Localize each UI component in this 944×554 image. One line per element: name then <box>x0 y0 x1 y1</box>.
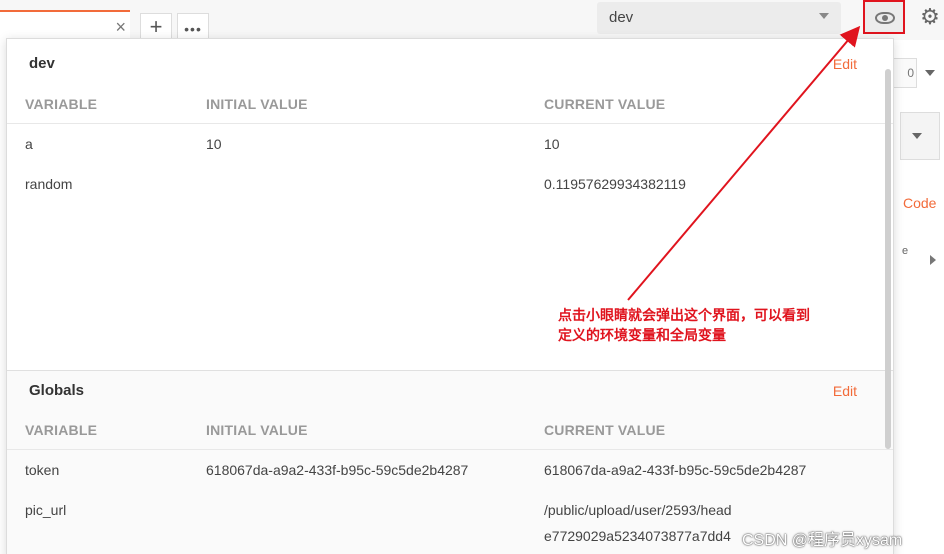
current-value: /public/upload/user/2593/head <box>544 502 732 518</box>
annotation-line: 定义的环境变量和全局变量 <box>558 327 726 343</box>
environment-quick-look-popover: dev Edit VARIABLE INITIAL VALUE CURRENT … <box>6 38 894 554</box>
scrollbar[interactable] <box>885 39 891 459</box>
gear-icon: ⚙ <box>920 4 940 29</box>
close-tab-icon[interactable]: × <box>115 18 126 36</box>
initial-value: 10 <box>206 136 222 152</box>
scrollbar-thumb[interactable] <box>885 69 891 449</box>
column-header-variable: VARIABLE <box>25 96 98 112</box>
environment-edit-link[interactable]: Edit <box>833 56 857 72</box>
chevron-right-icon[interactable] <box>930 255 936 265</box>
background-field[interactable]: 0 <box>893 58 917 88</box>
initial-value: 618067da-a9a2-433f-b95c-59c5de2b4287 <box>206 462 469 478</box>
environment-bar: dev ⚙ <box>585 0 944 40</box>
variable-name: random <box>25 176 73 192</box>
section-divider <box>7 370 893 371</box>
postman-window: × + ••• dev ⚙ 0 Code e dev Edit VARIABLE <box>0 0 944 554</box>
current-value: 618067da-a9a2-433f-b95c-59c5de2b4287 <box>544 462 807 478</box>
environment-dropdown[interactable]: dev <box>597 2 841 34</box>
background-text: e <box>902 245 909 257</box>
chevron-down-icon <box>819 13 829 19</box>
environment-selected-label: dev <box>609 9 634 26</box>
annotation-text: 点击小眼睛就会弹出这个界面，可以看到 定义的环境变量和全局变量 <box>558 305 858 345</box>
column-header-current-value: CURRENT VALUE <box>544 422 666 438</box>
more-icon: ••• <box>184 21 202 37</box>
column-header-current-value: CURRENT VALUE <box>544 96 666 112</box>
environment-section-title: dev <box>29 55 55 72</box>
column-header-initial-value: INITIAL VALUE <box>206 422 308 438</box>
current-value: 0.11957629934382119 <box>544 176 686 192</box>
current-value-continued: e7729029a5234073877a7dd4 <box>544 528 731 544</box>
column-header-initial-value: INITIAL VALUE <box>206 96 308 112</box>
environment-quick-look-button[interactable] <box>863 0 905 34</box>
globals-edit-link[interactable]: Edit <box>833 383 857 399</box>
divider <box>7 449 893 450</box>
code-link[interactable]: Code <box>903 195 936 211</box>
variable-name: a <box>25 136 33 152</box>
divider <box>7 123 893 124</box>
variable-name: pic_url <box>25 502 67 518</box>
request-tab-strip: × + ••• <box>0 0 585 43</box>
watermark: CSDN @程序员xysam <box>742 532 903 549</box>
chevron-down-icon <box>912 133 922 139</box>
manage-environments-button[interactable]: ⚙ <box>917 4 943 32</box>
column-header-variable: VARIABLE <box>25 422 98 438</box>
plus-icon: + <box>149 14 163 39</box>
annotation-line: 点击小眼睛就会弹出这个界面，可以看到 <box>558 307 810 323</box>
request-tab[interactable]: × <box>0 10 130 40</box>
eye-icon <box>875 12 895 24</box>
current-value: 10 <box>544 136 560 152</box>
globals-section-title: Globals <box>29 382 85 399</box>
variable-name: token <box>25 462 60 478</box>
chevron-down-icon <box>925 70 935 76</box>
